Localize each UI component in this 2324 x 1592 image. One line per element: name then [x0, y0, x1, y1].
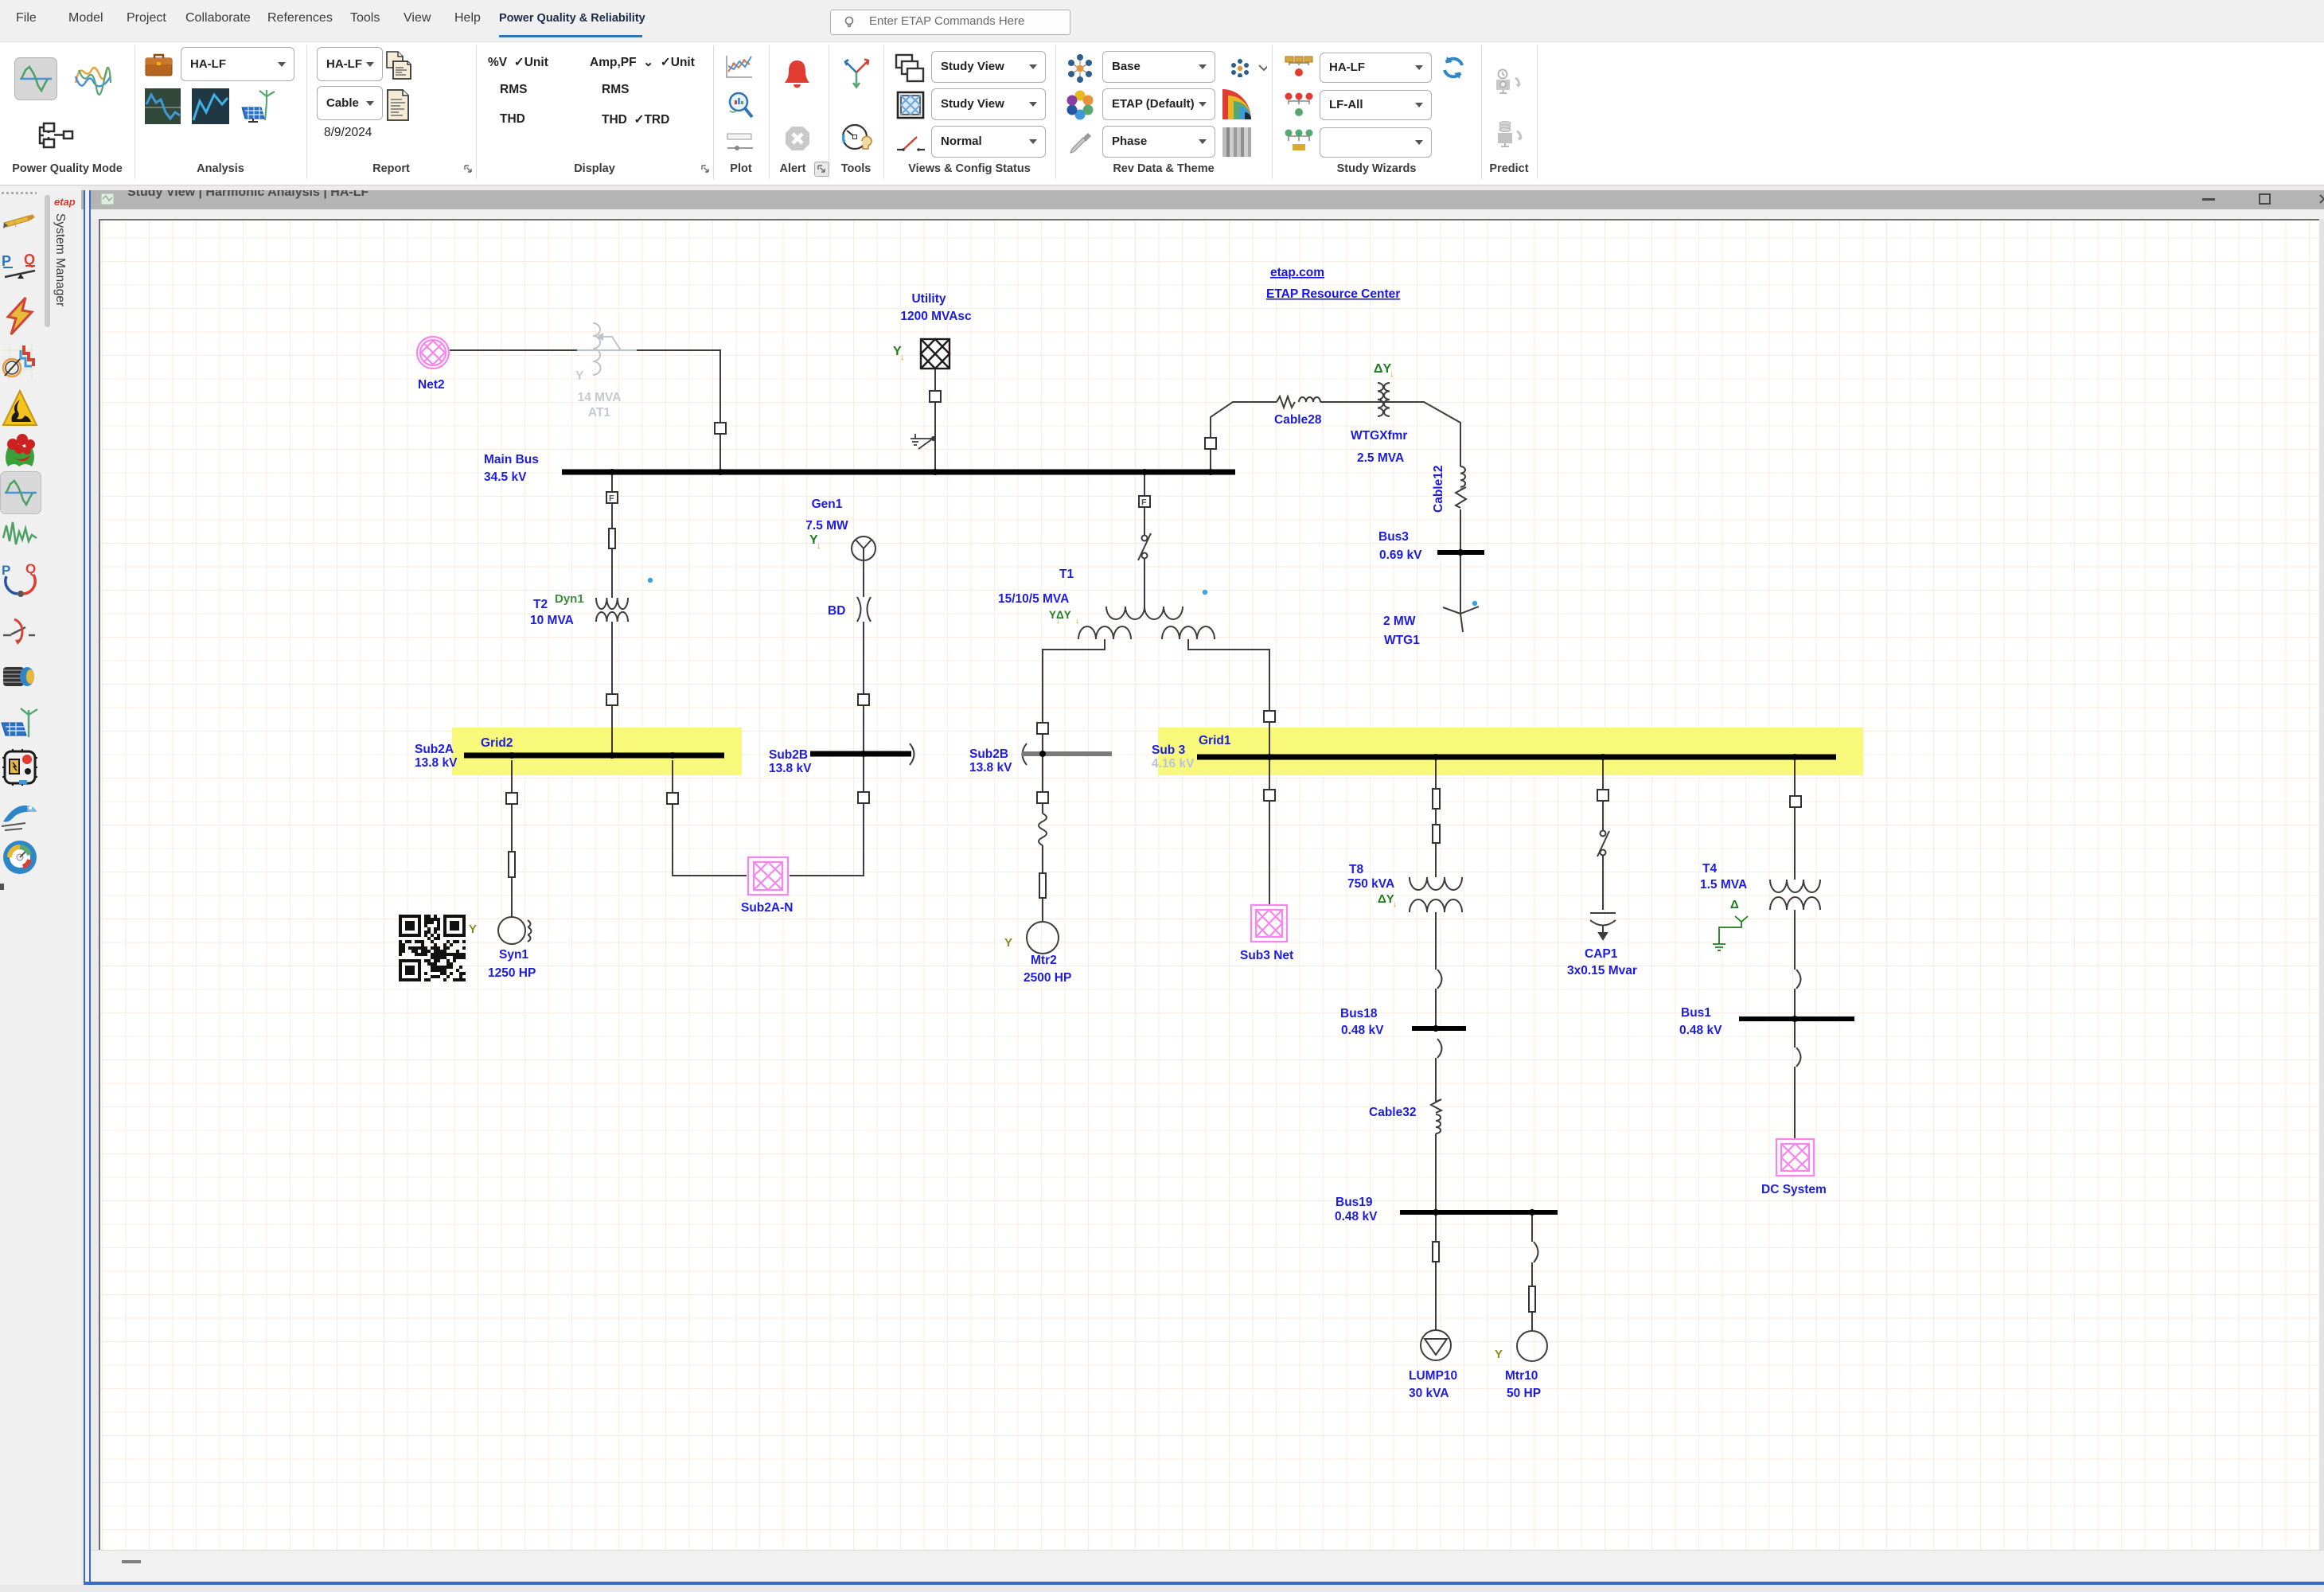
- svg-text:0.48 kV: 0.48 kV: [1341, 1024, 1384, 1037]
- svg-text:BD: BD: [828, 604, 845, 618]
- svg-text:Δ: Δ: [1730, 898, 1739, 911]
- svg-text:P: P: [2, 564, 10, 578]
- svg-text:↓: ↓: [1393, 900, 1397, 909]
- svg-text:Gen1: Gen1: [812, 498, 843, 511]
- svg-text:4.16 kV: 4.16 kV: [1152, 757, 1195, 771]
- svg-text:0.48 kV: 0.48 kV: [1335, 1210, 1378, 1223]
- svg-text:Utility: Utility: [911, 292, 946, 306]
- svg-text:2.5 MVA: 2.5 MVA: [1357, 451, 1404, 465]
- svg-text:Sub2A: Sub2A: [415, 743, 454, 756]
- svg-text:T8: T8: [1349, 863, 1363, 876]
- svg-text:↓: ↓: [1390, 369, 1394, 379]
- svg-text:Y: Y: [1004, 936, 1012, 950]
- svg-text:Mtr2: Mtr2: [1031, 954, 1057, 967]
- svg-text:10 MVA: 10 MVA: [530, 614, 574, 627]
- svg-text:Y: Y: [575, 369, 584, 383]
- svg-text:ΔY: ΔY: [1378, 892, 1394, 906]
- svg-text:Sub2B: Sub2B: [969, 747, 1008, 761]
- svg-text:15/10/5 MVA: 15/10/5 MVA: [998, 592, 1069, 606]
- svg-text:Bus3: Bus3: [1378, 530, 1409, 544]
- svg-text:Sub 3: Sub 3: [1152, 743, 1186, 757]
- svg-text:T2: T2: [533, 598, 548, 611]
- svg-text:DC System: DC System: [1761, 1183, 1827, 1196]
- svg-text:T4: T4: [1702, 862, 1717, 876]
- svg-text:LUMP10: LUMP10: [1409, 1369, 1457, 1383]
- svg-text:Bus1: Bus1: [1681, 1006, 1711, 1020]
- svg-text:↓: ↓: [900, 353, 905, 362]
- svg-text:1200 MVAsc: 1200 MVAsc: [900, 310, 972, 323]
- svg-text:T1: T1: [1059, 568, 1074, 581]
- svg-text:↓: ↓: [1075, 617, 1079, 626]
- svg-text:Cable28: Cable28: [1274, 413, 1322, 427]
- svg-text:Grid1: Grid1: [1199, 734, 1231, 747]
- svg-text:13.8 kV: 13.8 kV: [769, 762, 812, 775]
- svg-text:7.5 MW: 7.5 MW: [805, 519, 848, 533]
- svg-text:Bus18: Bus18: [1340, 1007, 1378, 1020]
- svg-text:Main Bus: Main Bus: [484, 453, 539, 466]
- svg-text:1250 HP: 1250 HP: [488, 966, 536, 980]
- svg-text:30 kVA: 30 kVA: [1409, 1387, 1449, 1400]
- svg-text:Y: Y: [469, 923, 477, 936]
- svg-text:13.8 kV: 13.8 kV: [969, 761, 1012, 775]
- svg-text:Syn1: Syn1: [499, 948, 528, 962]
- svg-text:ETAP Resource Center: ETAP Resource Center: [1266, 287, 1400, 301]
- svg-text:↓: ↓: [817, 541, 821, 551]
- svg-text:Sub2A-N: Sub2A-N: [741, 901, 793, 915]
- svg-text:Net2: Net2: [418, 378, 445, 392]
- svg-text:F: F: [1141, 498, 1147, 508]
- svg-text:34.5 kV: 34.5 kV: [484, 470, 527, 484]
- svg-text:WTGXfmr: WTGXfmr: [1351, 429, 1407, 443]
- svg-text:50 HP: 50 HP: [1507, 1387, 1541, 1400]
- svg-text:Sub2B: Sub2B: [769, 748, 808, 762]
- svg-text:750 kVA: 750 kVA: [1347, 877, 1394, 891]
- svg-text:2500 HP: 2500 HP: [1024, 971, 1071, 985]
- svg-text:AT1: AT1: [588, 406, 611, 419]
- svg-text:1.5 MVA: 1.5 MVA: [1700, 878, 1747, 892]
- svg-text:↓: ↓: [1056, 617, 1060, 626]
- svg-text:etap.com: etap.com: [1270, 266, 1324, 279]
- svg-text:2 MW: 2 MW: [1383, 615, 1416, 628]
- svg-text:F: F: [609, 494, 614, 504]
- svg-text:0.69 kV: 0.69 kV: [1379, 548, 1422, 562]
- svg-text:0.48 kV: 0.48 kV: [1679, 1024, 1722, 1037]
- svg-text:WTG1: WTG1: [1384, 634, 1420, 647]
- svg-text:Mtr10: Mtr10: [1505, 1369, 1538, 1383]
- svg-text:Y: Y: [1495, 1348, 1503, 1361]
- svg-text:Grid2: Grid2: [481, 736, 513, 750]
- svg-text:CAP1: CAP1: [1585, 947, 1618, 961]
- svg-text:Dyn1: Dyn1: [555, 592, 584, 606]
- svg-text:14 MVA: 14 MVA: [578, 391, 622, 404]
- svg-text:Cable12: Cable12: [1432, 466, 1445, 513]
- svg-text:Sub3 Net: Sub3 Net: [1240, 949, 1293, 962]
- svg-text:Bus19: Bus19: [1336, 1196, 1373, 1209]
- svg-text:13.8 kV: 13.8 kV: [415, 756, 458, 770]
- svg-text:Cable32: Cable32: [1369, 1106, 1416, 1119]
- svg-text:3x0.15 Mvar: 3x0.15 Mvar: [1567, 964, 1637, 977]
